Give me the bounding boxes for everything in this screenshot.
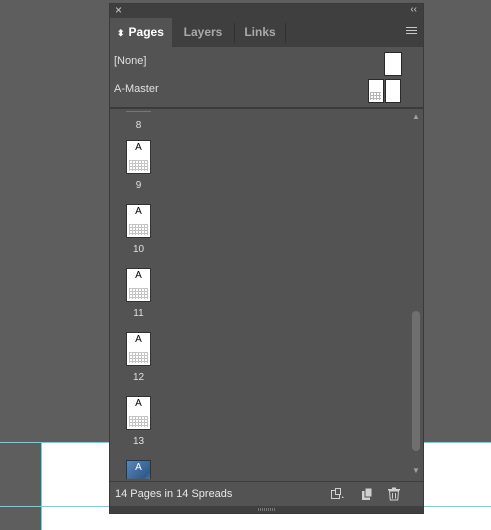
page-item[interactable]: A 9 bbox=[110, 140, 410, 204]
pages-panel: × ‹‹ ⬍ Pages Layers Links [None] A-Master bbox=[109, 3, 424, 514]
master-prefix: A bbox=[135, 206, 142, 217]
collapse-panel-icon[interactable]: ‹‹ bbox=[410, 3, 417, 17]
new-page-icon[interactable] bbox=[360, 487, 374, 501]
page-item[interactable]: A bbox=[110, 460, 410, 479]
page-thumbnail[interactable]: A bbox=[126, 268, 151, 302]
page-thumbnail[interactable]: A bbox=[126, 140, 151, 174]
page-thumbnail-image[interactable]: A bbox=[126, 460, 151, 479]
page-number: 10 bbox=[132, 244, 145, 255]
pages-list[interactable]: 8 A 9 A 10 A 11 A 12 A 13 A bbox=[110, 109, 423, 479]
tab-layers[interactable]: Layers bbox=[172, 18, 234, 47]
page-thumbnail[interactable]: A bbox=[126, 332, 151, 366]
sort-arrows-icon: ⬍ bbox=[117, 28, 125, 38]
panel-resize-handle[interactable] bbox=[110, 506, 423, 513]
tab-pages-label: Pages bbox=[128, 25, 164, 39]
page-count-status: 14 Pages in 14 Spreads bbox=[115, 488, 233, 500]
page-item[interactable]: A 10 bbox=[110, 204, 410, 268]
page-number: 11 bbox=[133, 308, 144, 319]
tab-separator bbox=[285, 23, 286, 43]
master-prefix: A bbox=[135, 462, 142, 473]
master-prefix: A bbox=[135, 142, 142, 153]
scroll-down-icon[interactable]: ▼ bbox=[411, 466, 421, 476]
page-thumbnail-partial bbox=[126, 111, 151, 112]
close-icon[interactable]: × bbox=[115, 3, 122, 17]
scrollbar-thumb[interactable] bbox=[412, 311, 420, 451]
tab-links-label: Links bbox=[244, 25, 276, 39]
page-edge-left bbox=[41, 443, 42, 530]
page-item[interactable]: A 13 bbox=[110, 396, 410, 460]
master-label: A-Master bbox=[114, 83, 159, 95]
panel-tab-bar: ⬍ Pages Layers Links bbox=[110, 18, 423, 47]
page-item[interactable]: A 11 bbox=[110, 268, 410, 332]
tab-layers-label: Layers bbox=[183, 25, 223, 39]
master-prefix: A bbox=[135, 270, 142, 281]
master-prefix: A bbox=[135, 398, 142, 409]
page-number: 8 bbox=[135, 120, 142, 131]
grip-icon bbox=[258, 508, 276, 511]
master-thumbnail[interactable] bbox=[384, 52, 402, 76]
page-thumbnail[interactable]: A bbox=[126, 396, 151, 430]
panel-footer: 14 Pages in 14 Spreads bbox=[110, 481, 423, 506]
scrollbar[interactable]: ▲ ▼ bbox=[411, 109, 421, 480]
scroll-up-icon[interactable]: ▲ bbox=[411, 112, 421, 122]
panel-titlebar[interactable]: × ‹‹ bbox=[110, 3, 423, 18]
panel-menu-icon[interactable] bbox=[406, 27, 417, 37]
page-thumbnail[interactable]: A bbox=[126, 204, 151, 238]
page-item[interactable]: A 12 bbox=[110, 332, 410, 396]
master-prefix: A bbox=[135, 334, 142, 345]
trash-icon[interactable] bbox=[387, 487, 401, 501]
master-right-page bbox=[385, 79, 401, 103]
master-label: [None] bbox=[114, 55, 147, 67]
page-number: 12 bbox=[132, 372, 145, 383]
tab-links[interactable]: Links bbox=[235, 18, 285, 47]
master-spread-thumbnail[interactable] bbox=[368, 79, 401, 103]
tab-pages[interactable]: ⬍ Pages bbox=[110, 18, 172, 47]
edit-page-size-icon[interactable] bbox=[330, 487, 344, 501]
master-left-page bbox=[368, 79, 384, 103]
master-item-a-master[interactable]: A-Master bbox=[110, 77, 423, 103]
page-number: 13 bbox=[132, 436, 145, 447]
masters-section: [None] A-Master bbox=[110, 47, 423, 107]
page-number: 9 bbox=[135, 180, 142, 191]
master-item-none[interactable]: [None] bbox=[110, 49, 423, 76]
